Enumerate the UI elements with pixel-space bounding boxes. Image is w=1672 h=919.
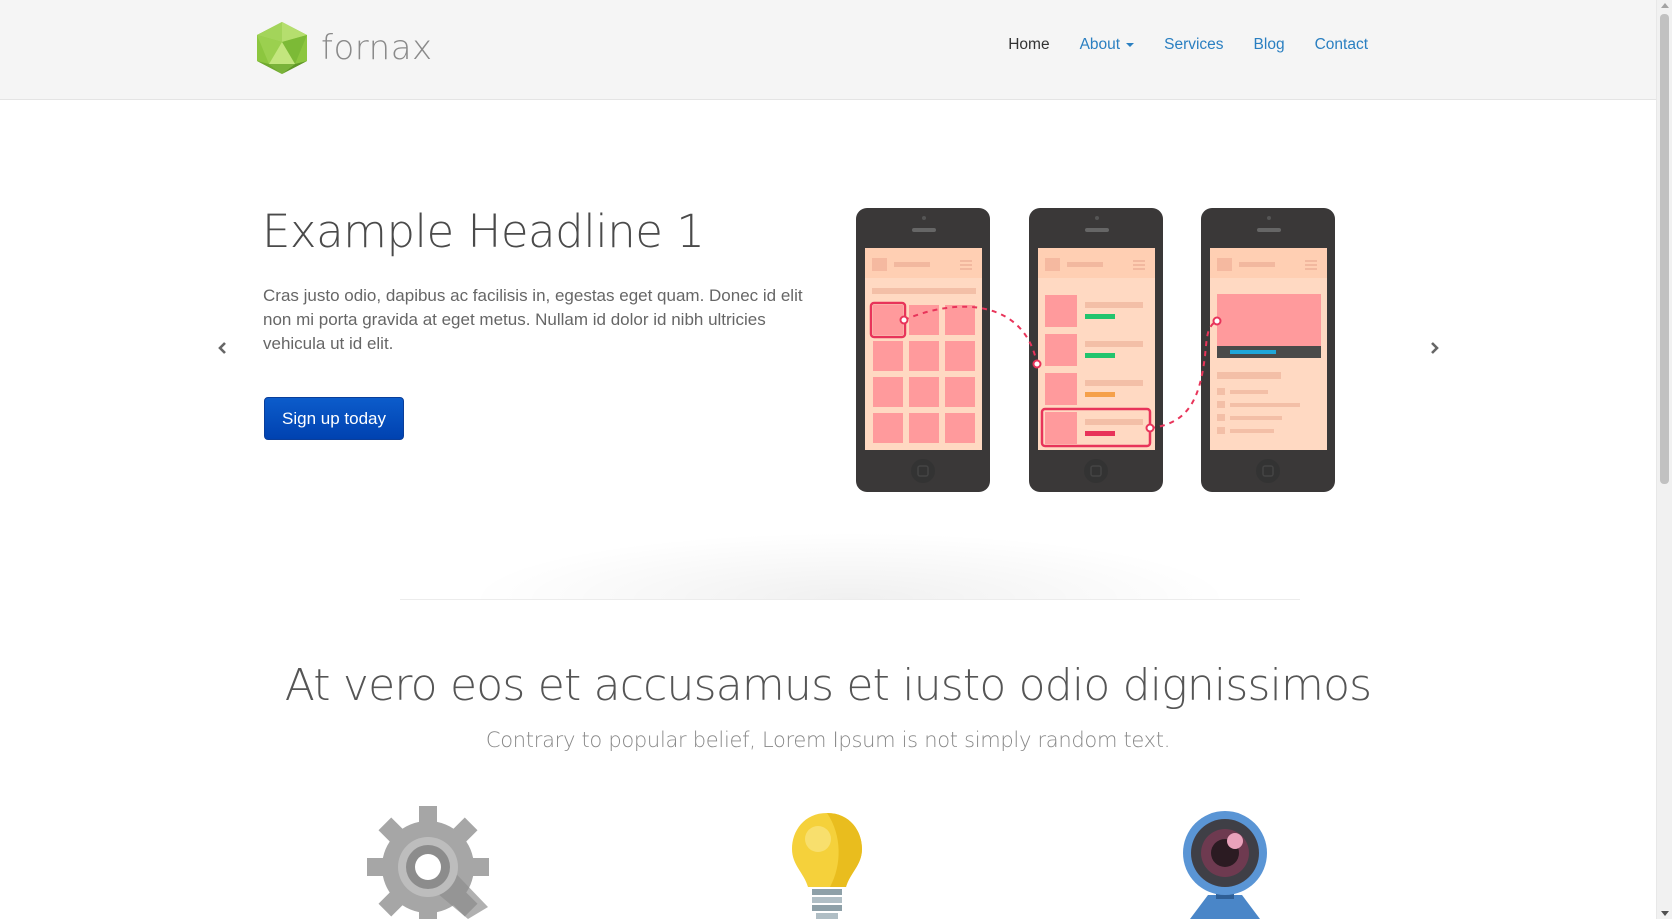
brand-name: fornax (321, 28, 433, 68)
scroll-thumb[interactable] (1660, 14, 1669, 484)
scroll-up-arrow-icon[interactable] (1661, 3, 1669, 8)
webcam-icon (1183, 811, 1267, 919)
caret-down-icon (1126, 43, 1135, 47)
phone-3 (1201, 208, 1335, 492)
brand-logo[interactable]: fornax (255, 22, 433, 74)
lightbulb-icon (792, 813, 862, 919)
hero-headline: Example Headline 1 (262, 205, 705, 258)
chevron-right-icon[interactable] (1426, 340, 1442, 356)
nav-services[interactable]: Services (1164, 36, 1223, 54)
nav-blog[interactable]: Blog (1254, 36, 1285, 54)
navbar: fornax Home About Services Blog Contact (0, 0, 1656, 100)
section-divider (400, 520, 1300, 600)
main-nav: Home About Services Blog Contact (978, 36, 1368, 54)
green-hexagon-logo-icon (257, 22, 307, 74)
phone-1 (856, 208, 990, 492)
hero-body: Cras justo odio, dapibus ac facilisis in… (263, 286, 803, 353)
nav-about[interactable]: About (1080, 36, 1135, 54)
features-title: At vero eos et accusamus et iusto odio d… (284, 660, 1372, 711)
scroll-down-arrow-icon[interactable] (1661, 911, 1669, 916)
features-subtitle: Contrary to popular belief, Lorem Ipsum … (485, 728, 1171, 752)
page-scrollbar[interactable] (1656, 0, 1672, 919)
three-phones-app-flow-illustration (856, 208, 1335, 492)
nav-contact[interactable]: Contact (1315, 36, 1368, 54)
gear-icon (367, 806, 489, 919)
nav-about-label: About (1079, 36, 1121, 53)
chevron-left-icon[interactable] (215, 340, 231, 356)
signup-button[interactable]: Sign up today (264, 397, 404, 440)
phone-2 (1029, 208, 1163, 492)
nav-home[interactable]: Home (1008, 36, 1049, 54)
